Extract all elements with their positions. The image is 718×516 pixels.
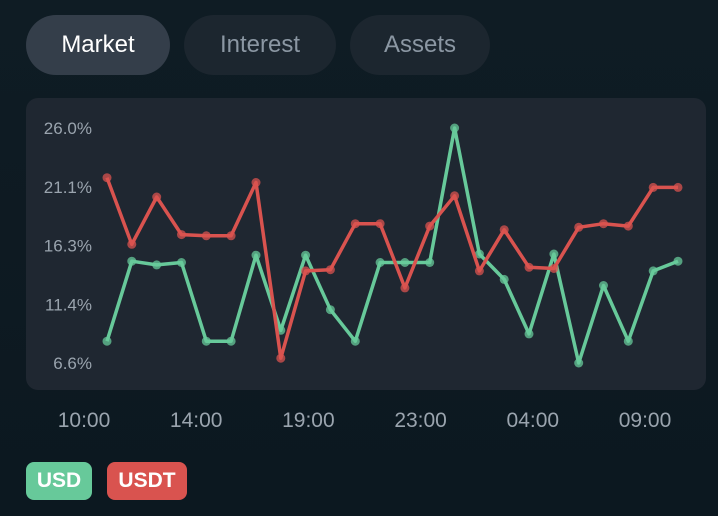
data-point-usd[interactable]: [499, 274, 509, 284]
data-point-usdt[interactable]: [425, 221, 435, 231]
x-tick-label: 10:00: [58, 409, 111, 432]
data-point-usd[interactable]: [201, 336, 211, 346]
legend-usd-badge[interactable]: USD: [26, 462, 92, 500]
legend-usdt-badge[interactable]: USDT: [107, 462, 187, 500]
data-point-usdt[interactable]: [574, 222, 584, 232]
x-tick-label: 19:00: [282, 409, 335, 432]
data-point-usdt[interactable]: [673, 182, 683, 192]
data-point-usd[interactable]: [102, 336, 112, 346]
data-point-usdt[interactable]: [251, 178, 261, 187]
data-point-usd[interactable]: [127, 256, 137, 266]
y-tick-label: 21.1%: [44, 178, 92, 197]
data-point-usd[interactable]: [325, 305, 335, 315]
data-point-usdt[interactable]: [325, 265, 335, 275]
data-point-usdt[interactable]: [201, 231, 211, 241]
x-tick-label: 14:00: [170, 409, 223, 432]
y-tick-label: 16.3%: [44, 237, 92, 256]
x-tick-label: 04:00: [507, 409, 560, 432]
data-point-usd[interactable]: [574, 358, 584, 368]
data-point-usdt[interactable]: [549, 264, 559, 273]
x-tick-label: 09:00: [619, 409, 672, 432]
y-tick-label: 6.6%: [53, 354, 92, 373]
data-point-usdt[interactable]: [226, 231, 236, 241]
data-point-usdt[interactable]: [524, 262, 534, 272]
data-point-usd[interactable]: [301, 250, 311, 260]
series-line-usd: [105, 126, 679, 365]
data-point-usdt[interactable]: [375, 219, 385, 229]
data-point-usdt[interactable]: [177, 230, 186, 240]
data-point-usd[interactable]: [400, 258, 410, 267]
data-point-usdt[interactable]: [648, 182, 658, 192]
data-point-usd[interactable]: [524, 329, 534, 339]
data-point-usdt[interactable]: [623, 221, 633, 231]
data-point-usdt[interactable]: [400, 283, 410, 293]
data-point-usd[interactable]: [450, 123, 460, 133]
data-point-usdt[interactable]: [599, 219, 608, 229]
data-point-usd[interactable]: [251, 250, 261, 260]
data-point-usd[interactable]: [623, 336, 633, 346]
data-point-usd[interactable]: [648, 266, 658, 276]
data-point-usdt[interactable]: [152, 192, 162, 202]
series-line-usdt: [105, 177, 678, 360]
data-point-usd[interactable]: [673, 256, 683, 266]
y-tick-label: 26.0%: [44, 119, 92, 138]
legend: USD USDT: [26, 462, 187, 500]
data-point-usdt[interactable]: [127, 239, 137, 249]
line-chart: 26.0% 21.1% 16.3% 11.4% 6.6% 10:00 14:00 19:00 2…: [44, 119, 683, 432]
data-point-usdt[interactable]: [301, 266, 311, 276]
data-point-usd[interactable]: [177, 258, 186, 267]
x-tick-label: 23:00: [394, 409, 447, 432]
data-point-usd[interactable]: [350, 336, 360, 346]
data-point-usd[interactable]: [226, 336, 236, 346]
data-point-usdt[interactable]: [102, 173, 112, 183]
data-point-usd[interactable]: [425, 258, 435, 267]
data-point-usd[interactable]: [375, 258, 385, 267]
y-tick-label: 11.4%: [45, 295, 92, 314]
data-point-usdt[interactable]: [350, 219, 360, 229]
data-point-usdt[interactable]: [499, 225, 509, 235]
data-point-usdt[interactable]: [276, 353, 286, 363]
data-point-usd[interactable]: [152, 260, 162, 270]
data-point-usd[interactable]: [599, 281, 608, 290]
data-point-usdt[interactable]: [474, 266, 484, 276]
data-point-usdt[interactable]: [450, 191, 460, 201]
data-point-usd[interactable]: [549, 249, 559, 259]
